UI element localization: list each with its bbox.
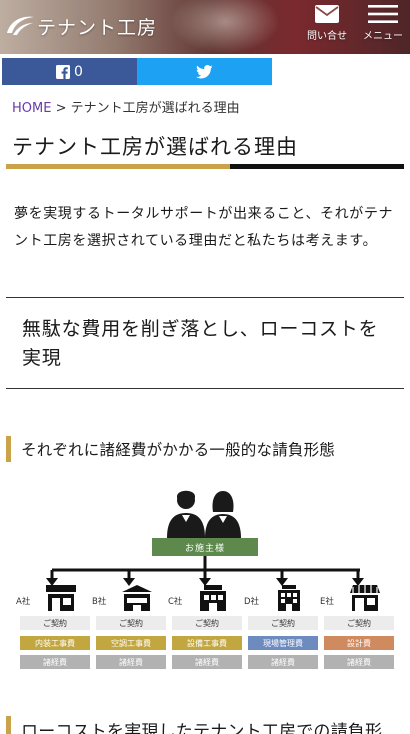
facebook-share-count: 0 (74, 63, 83, 80)
intro-paragraph: 夢を実現するトータルサポートが出来ること、それがテナント工房を選択されている理由… (14, 206, 394, 249)
shop-icon (200, 585, 226, 611)
section-heading-tenant-koubou: ローコストを実現したテナント工房での請負形 (6, 716, 382, 734)
site-logo[interactable]: テナント工房 (4, 10, 157, 42)
shop-icon (46, 585, 76, 611)
company-contract: ご契約 (172, 616, 242, 630)
facebook-icon (56, 64, 71, 79)
logo-swoosh-icon (7, 16, 34, 35)
company-name: A社 (16, 597, 31, 607)
section-heading-general: それぞれに諸経費がかかる一般的な請負形態 (6, 436, 335, 462)
section-heading-text: ローコストを実現したテナント工房での請負形 (21, 721, 383, 734)
title-underline (6, 164, 404, 169)
company-cost: 設計費 (324, 636, 394, 650)
company-misc-expense: 諸経費 (172, 655, 242, 669)
section-heading-bar (6, 436, 11, 462)
title-underline-black (230, 164, 404, 169)
menu-label: メニュー (363, 31, 403, 42)
company-cost: 現場管理費 (248, 636, 318, 650)
breadcrumb: HOME > テナント工房が選ばれる理由 (12, 97, 240, 116)
company-contract: ご契約 (20, 616, 90, 630)
clients-people-icon (167, 490, 241, 538)
divider-bottom (6, 388, 404, 389)
shop-icon (122, 585, 152, 611)
share-bar: 0 (2, 58, 272, 85)
company-name: B社 (92, 597, 107, 607)
menu-button[interactable]: メニュー (356, 4, 410, 50)
breadcrumb-home-link[interactable]: HOME (12, 101, 51, 116)
page-title: テナント工房が選ばれる理由 (12, 135, 298, 159)
contact-button[interactable]: 問い合せ (300, 4, 354, 50)
divider-top (6, 297, 404, 298)
company-name: E社 (320, 597, 334, 607)
company-name: D社 (244, 597, 260, 607)
company-cost: 空調工事費 (96, 636, 166, 650)
breadcrumb-separator: > (55, 101, 67, 116)
company-misc-expense: 諸経費 (324, 655, 394, 669)
company-contract: ご契約 (96, 616, 166, 630)
facebook-share-button[interactable]: 0 (2, 58, 137, 85)
company-cost: 内装工事費 (20, 636, 90, 650)
breadcrumb-current: テナント工房が選ばれる理由 (70, 101, 240, 116)
hamburger-icon (368, 5, 398, 23)
twitter-share-button[interactable] (137, 58, 272, 85)
site-header: テナント工房 問い合せ メニュー (0, 0, 410, 54)
company-cost: 設備工事費 (172, 636, 242, 650)
twitter-bird-icon (196, 64, 213, 78)
mail-icon (315, 5, 339, 23)
shop-icon (350, 585, 380, 611)
section-heading-bar (6, 716, 11, 734)
contact-label: 問い合せ (307, 31, 347, 42)
shop-icon (278, 585, 300, 611)
company-name: C社 (168, 597, 183, 607)
lead-heading: 無駄な費用を削ぎ落とし、ローコストを実現 (22, 318, 379, 369)
connector-lines (46, 556, 364, 586)
company-misc-expense: 諸経費 (96, 655, 166, 669)
company-contract: ご契約 (324, 616, 394, 630)
section-heading-text: それぞれに諸経費がかかる一般的な請負形態 (21, 441, 336, 459)
company-contract: ご契約 (248, 616, 318, 630)
logo-text: テナント工房 (37, 16, 158, 39)
client-label: お施主様 (152, 538, 258, 556)
title-underline-gold (6, 164, 230, 169)
company-misc-expense: 諸経費 (248, 655, 318, 669)
company-misc-expense: 諸経費 (20, 655, 90, 669)
contract-diagram: お施主様 A社 ご契約 内装工事費 諸経費 B社 ご契約 空調工事費 諸経費 C… (0, 480, 410, 680)
